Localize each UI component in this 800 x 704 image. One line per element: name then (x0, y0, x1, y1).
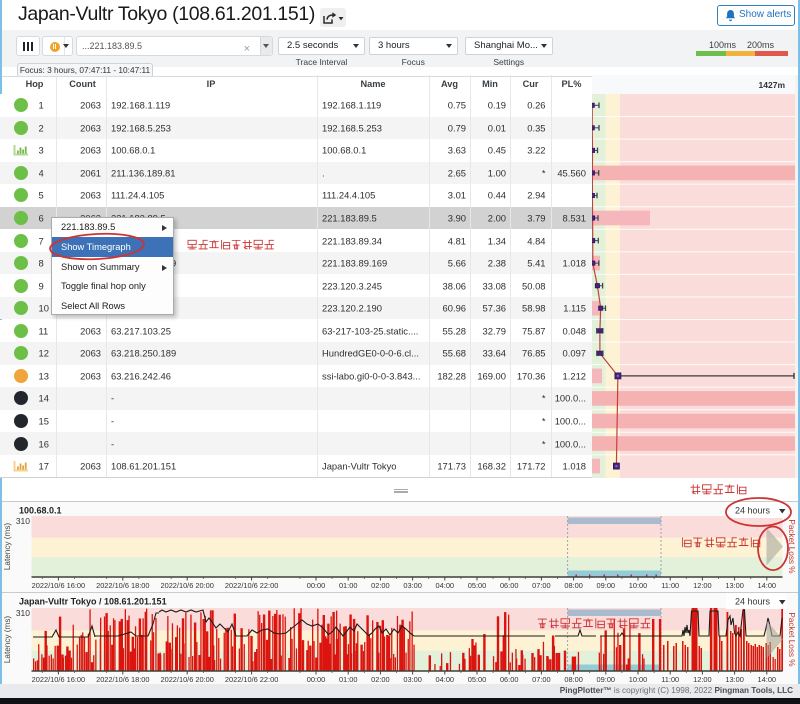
svg-text:310: 310 (16, 516, 30, 526)
svg-text:05:00: 05:00 (468, 581, 487, 590)
svg-text:06:00: 06:00 (500, 581, 519, 590)
svg-text:11:00: 11:00 (661, 675, 679, 684)
svg-text:2022/10/6 18:00: 2022/10/6 18:00 (96, 581, 149, 590)
svg-text:04:00: 04:00 (436, 581, 455, 590)
svg-text:00:00: 00:00 (307, 675, 326, 684)
svg-text:12:00: 12:00 (693, 675, 712, 684)
svg-text:2022/10/6 16:00: 2022/10/6 16:00 (32, 675, 85, 684)
svg-text:08:00: 08:00 (564, 581, 583, 590)
svg-text:24 hours: 24 hours (735, 597, 771, 607)
svg-text:24 hours: 24 hours (735, 506, 771, 516)
svg-text:00:00: 00:00 (307, 581, 326, 590)
svg-text:Japan-Vultr Tokyo / 108.61.201: Japan-Vultr Tokyo / 108.61.201.151 (19, 597, 167, 607)
svg-text:07:00: 07:00 (532, 675, 551, 684)
svg-text:13:00: 13:00 (725, 581, 744, 590)
svg-text:02:00: 02:00 (371, 675, 390, 684)
svg-text:2022/10/6 18:00: 2022/10/6 18:00 (96, 675, 149, 684)
svg-text:02:00: 02:00 (371, 581, 390, 590)
svg-text:03:00: 03:00 (403, 675, 422, 684)
svg-text:310: 310 (16, 608, 30, 618)
svg-text:09:00: 09:00 (597, 581, 616, 590)
svg-text:Latency (ms): Latency (ms) (3, 523, 12, 571)
svg-text:07:00: 07:00 (532, 581, 551, 590)
svg-text:2022/10/6 16:00: 2022/10/6 16:00 (32, 581, 85, 590)
svg-text:08:00: 08:00 (564, 675, 583, 684)
svg-text:2022/10/6 22:00: 2022/10/6 22:00 (225, 675, 278, 684)
svg-text:11:00: 11:00 (661, 581, 679, 590)
svg-text:Packet Loss %: Packet Loss % (787, 519, 796, 573)
svg-text:01:00: 01:00 (339, 581, 358, 590)
svg-text:06:00: 06:00 (500, 675, 519, 684)
svg-text:14:00: 14:00 (758, 581, 777, 590)
svg-text:2022/10/6 20:00: 2022/10/6 20:00 (160, 675, 213, 684)
svg-text:14:00: 14:00 (758, 675, 777, 684)
svg-text:12:00: 12:00 (693, 581, 712, 590)
svg-text:100.68.0.1: 100.68.0.1 (19, 506, 62, 516)
svg-text:2022/10/6 20:00: 2022/10/6 20:00 (160, 581, 213, 590)
svg-text:10:00: 10:00 (629, 675, 648, 684)
svg-text:03:00: 03:00 (403, 581, 422, 590)
svg-text:Latency (ms): Latency (ms) (3, 616, 12, 664)
svg-text:Packet Loss %: Packet Loss % (787, 612, 796, 666)
svg-text:2022/10/6 22:00: 2022/10/6 22:00 (225, 581, 278, 590)
svg-text:09:00: 09:00 (597, 675, 616, 684)
svg-text:10:00: 10:00 (629, 581, 648, 590)
svg-text:13:00: 13:00 (725, 675, 744, 684)
svg-text:01:00: 01:00 (339, 675, 358, 684)
svg-text:05:00: 05:00 (468, 675, 487, 684)
svg-text:04:00: 04:00 (436, 675, 455, 684)
